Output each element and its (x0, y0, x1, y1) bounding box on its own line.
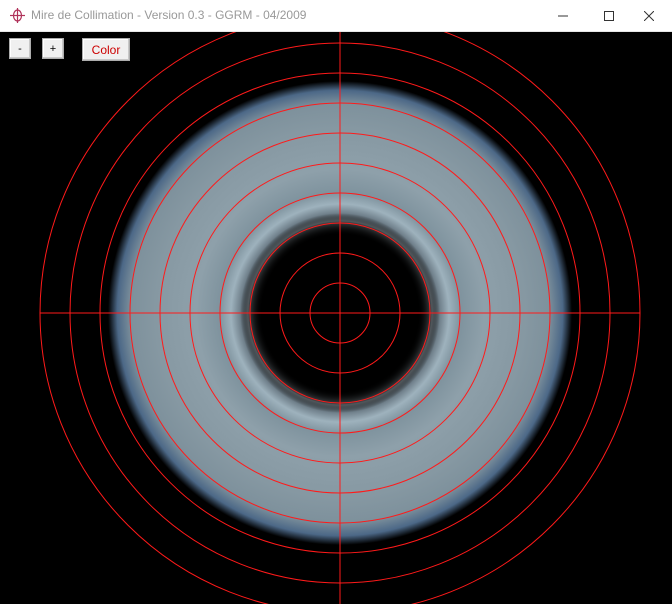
window-title: Mire de Collimation - Version 0.3 - GGRM… (31, 8, 307, 22)
app-window: Mire de Collimation - Version 0.3 - GGRM… (0, 0, 672, 604)
zoom-out-button[interactable]: - (9, 38, 31, 59)
minimize-button[interactable] (540, 0, 586, 31)
color-button[interactable]: Color (82, 38, 130, 61)
collimation-view (0, 32, 672, 604)
title-bar[interactable]: Mire de Collimation - Version 0.3 - GGRM… (0, 0, 672, 32)
zoom-in-button[interactable]: + (42, 38, 64, 59)
minimize-icon (558, 11, 568, 21)
close-icon (644, 10, 654, 21)
maximize-icon (604, 10, 614, 21)
close-button[interactable] (626, 0, 672, 31)
client-area: - + Color (0, 32, 672, 604)
crosshair-target-icon (9, 7, 26, 24)
